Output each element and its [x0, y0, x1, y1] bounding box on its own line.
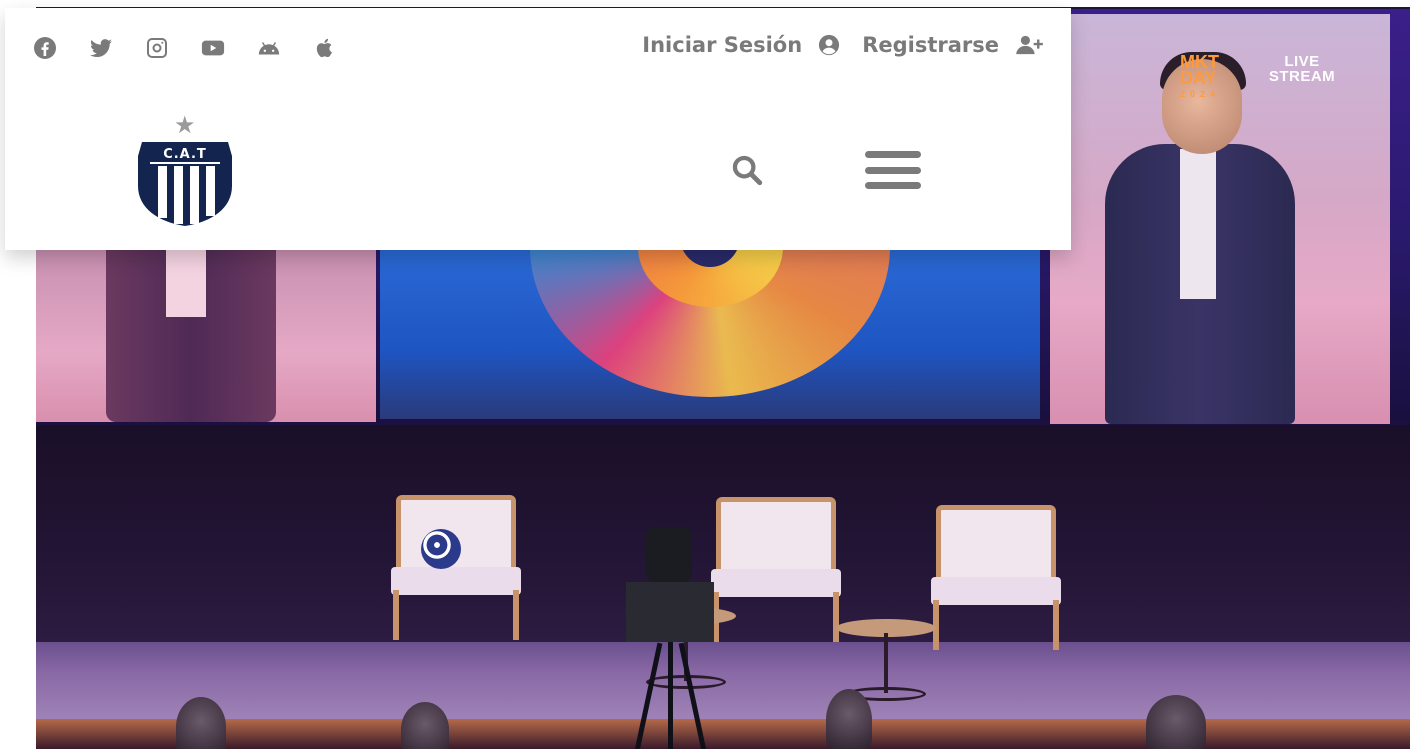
- facebook-icon[interactable]: [33, 36, 89, 60]
- android-icon[interactable]: [257, 36, 313, 60]
- logo-text: C.A.T: [163, 147, 207, 162]
- hamburger-line: [865, 166, 921, 174]
- user-plus-icon[interactable]: [1015, 34, 1045, 56]
- center-led-screen: [380, 97, 1040, 419]
- stage-chair: [381, 495, 531, 640]
- live-stream-badge: LIVE STREAM: [1268, 53, 1336, 85]
- social-links: [33, 36, 369, 60]
- instagram-icon[interactable]: [145, 36, 201, 60]
- stage-chair: [921, 505, 1071, 650]
- club-logo[interactable]: ★ C.A.T: [136, 114, 234, 232]
- search-icon: [732, 155, 763, 186]
- site-header: Iniciar Sesión Registrarse ★ C.A.T: [5, 8, 1071, 250]
- register-link[interactable]: Registrarse: [862, 33, 999, 57]
- menu-button[interactable]: [865, 151, 921, 189]
- video-camera: [626, 527, 716, 749]
- star-icon: ★: [174, 112, 196, 139]
- hamburger-line: [865, 182, 921, 189]
- apple-icon[interactable]: [313, 36, 369, 60]
- football-ball: [421, 529, 461, 569]
- mkt-day-badge: MKT DAY 2024: [1180, 52, 1221, 99]
- user-circle-icon[interactable]: [818, 34, 840, 56]
- twitter-icon[interactable]: [89, 36, 145, 60]
- left-led-screen: [36, 247, 376, 422]
- login-link[interactable]: Iniciar Sesión: [642, 33, 802, 57]
- search-button[interactable]: [728, 151, 766, 189]
- youtube-icon[interactable]: [201, 36, 257, 60]
- hamburger-line: [865, 151, 921, 158]
- auth-links: Iniciar Sesión Registrarse: [642, 33, 1045, 57]
